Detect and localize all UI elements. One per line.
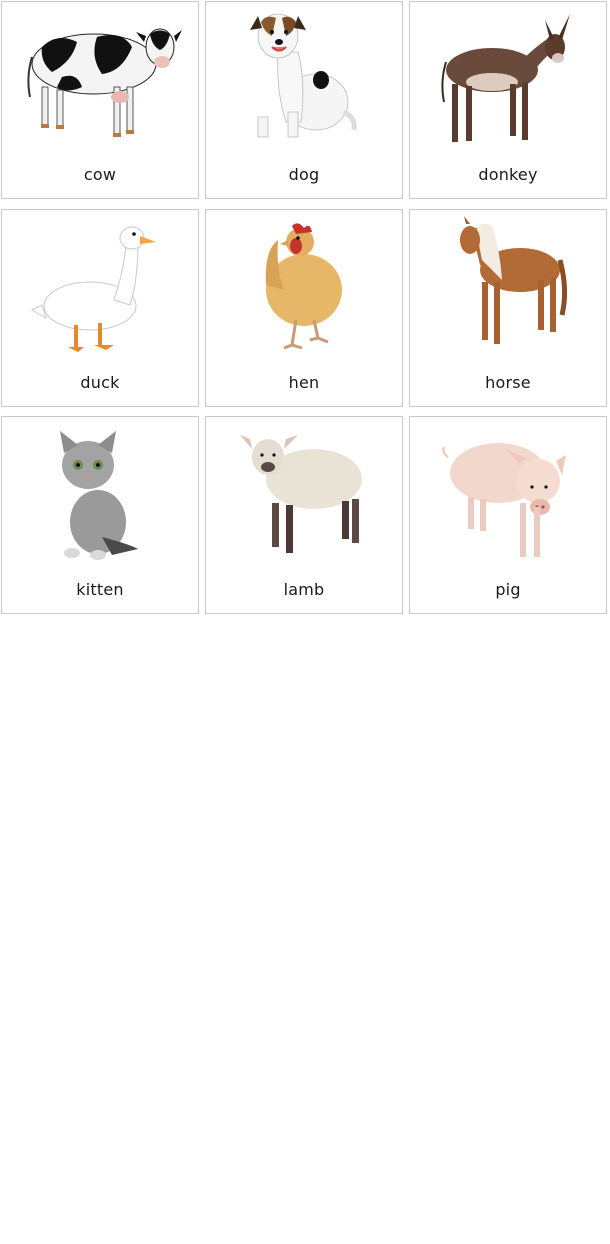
- horse-icon: [410, 210, 606, 360]
- animal-card-horse: horse: [409, 209, 607, 407]
- animal-card-donkey: donkey: [409, 1, 607, 199]
- cow-icon: [2, 2, 198, 152]
- animal-card-lamb: lamb: [205, 416, 403, 614]
- animal-label: pig: [495, 580, 521, 599]
- pig-icon: [410, 417, 606, 567]
- animal-card-hen: hen: [205, 209, 403, 407]
- animal-label: kitten: [76, 580, 124, 599]
- animal-card-dog: dog: [205, 1, 403, 199]
- donkey-icon: [410, 2, 606, 152]
- animal-card-pig: pig: [409, 416, 607, 614]
- animal-label: dog: [288, 165, 320, 184]
- dog-icon: [206, 2, 402, 152]
- animal-label: cow: [83, 165, 117, 184]
- hen-icon: [206, 210, 402, 360]
- animal-label: lamb: [283, 580, 325, 599]
- animal-label: duck: [80, 373, 120, 392]
- lamb-icon: [206, 417, 402, 567]
- animal-label: horse: [485, 373, 531, 392]
- animal-label: donkey: [478, 165, 538, 184]
- duck-icon: [2, 210, 198, 360]
- animal-card-cow: cow: [1, 1, 199, 199]
- animal-label: hen: [288, 373, 320, 392]
- animal-card-duck: duck: [1, 209, 199, 407]
- kitten-icon: [2, 417, 198, 567]
- animal-card-grid: cow dog donkey duck hen horse kitten lam…: [0, 0, 610, 616]
- animal-card-kitten: kitten: [1, 416, 199, 614]
